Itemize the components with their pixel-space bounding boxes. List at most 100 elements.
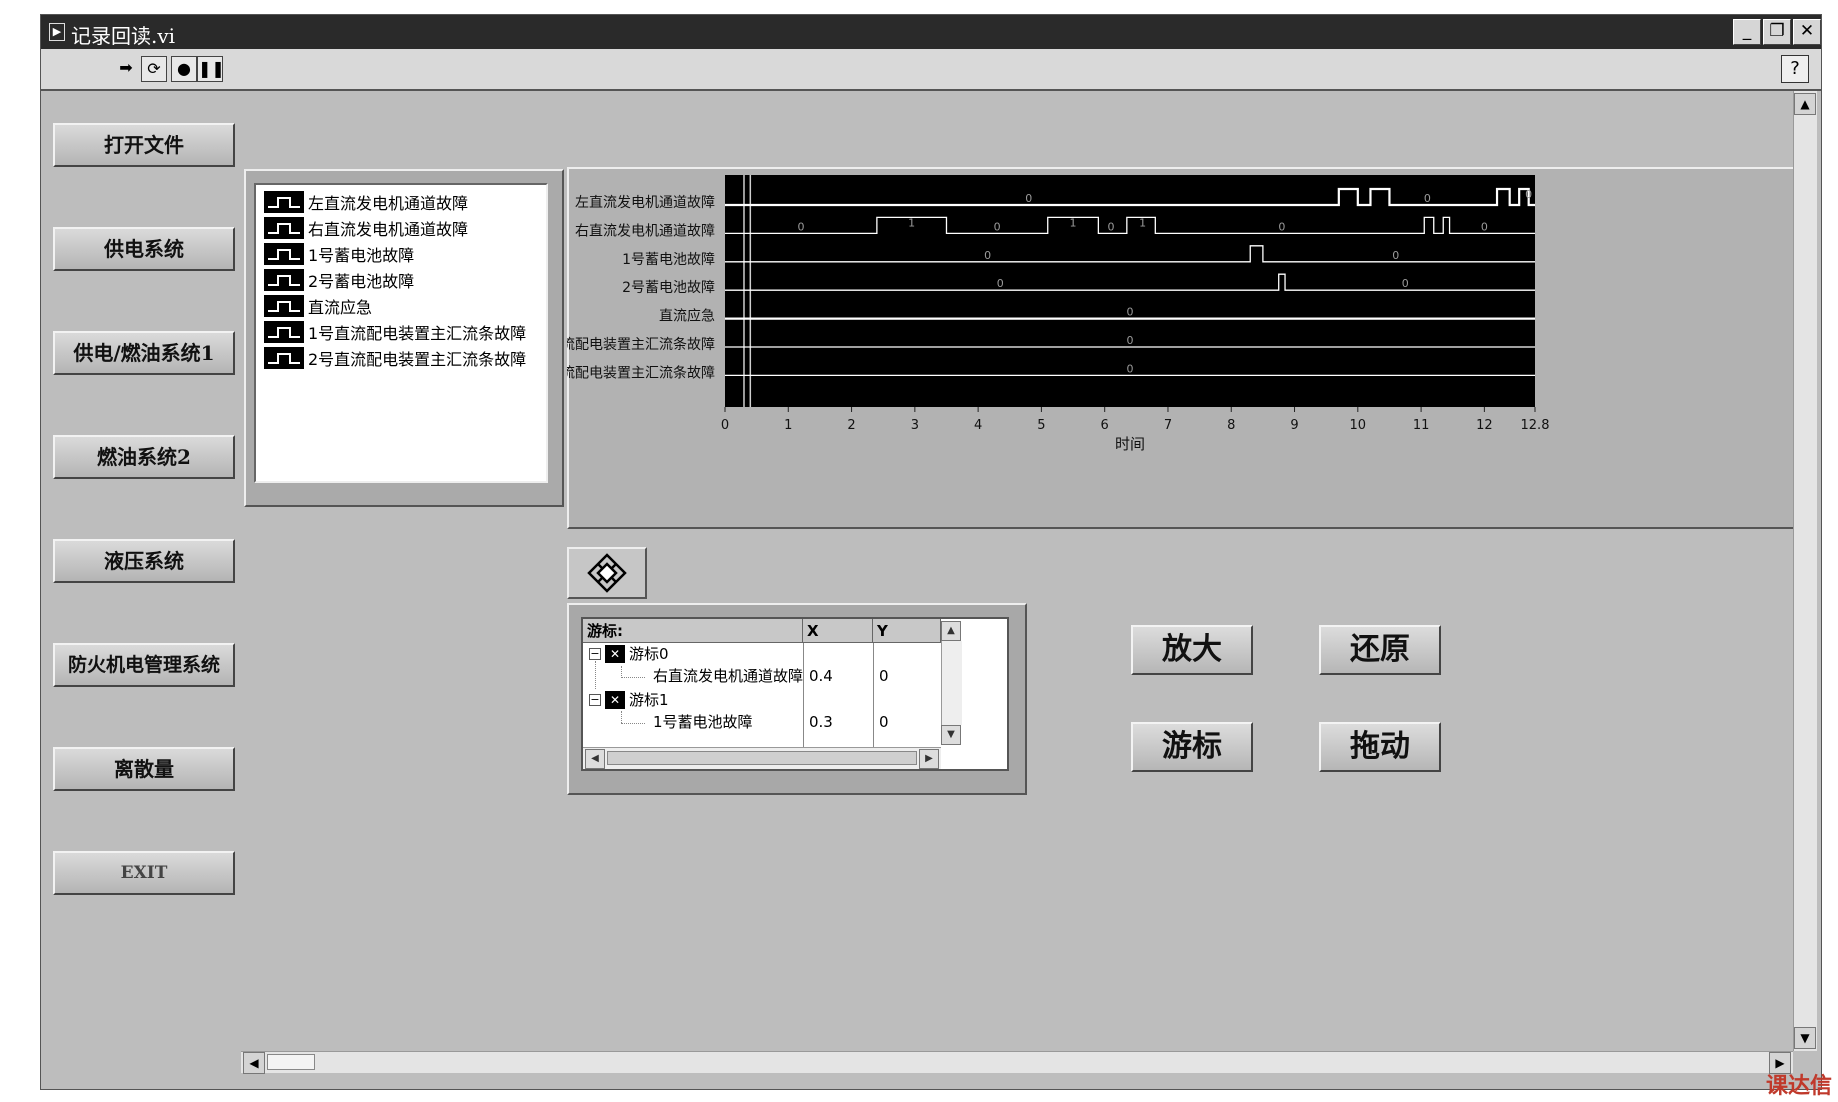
collapse-icon[interactable]: − [589,694,601,706]
discrete-button[interactable]: 离散量 [53,747,235,791]
cursor1-y[interactable]: 0 [879,711,889,733]
cursor-button[interactable]: 游标 [1131,722,1253,772]
legend-item[interactable]: 2号蓄电池故障 [264,269,414,291]
trace-value-label: 0 [1108,220,1115,233]
legend-item[interactable]: 直流应急 [264,295,372,317]
abort-icon: ● [177,59,191,78]
trace-value-label: 0 [984,249,991,262]
cursor1-x[interactable]: 0.3 [809,711,833,733]
waveform-chart[interactable]: 左直流发电机通道故障 0 0 0右直流发电机通道故障 0 1 0 1 0 1 0 01号蓄电池故障 0 0… [567,167,1801,529]
fire-electromech-system-button[interactable]: 防火机电管理系统 [53,643,235,687]
watermark: 课达信 [1765,1074,1832,1099]
collapse-icon[interactable]: − [589,648,601,660]
app-window: ▶ 记录回读.vi _ ❐ ✕ ➡ ⟳ ● ❚❚ ? 打开文件 供电系统 供电/… [40,14,1822,1090]
title-bar: ▶ 记录回读.vi _ ❐ ✕ [41,15,1821,49]
legend-item[interactable]: 左直流发电机通道故障 [264,191,468,213]
cursor0-x[interactable]: 0.4 [809,665,833,687]
plot-style-swatch-icon[interactable] [264,269,304,291]
pause-button[interactable]: ❚❚ [197,56,225,82]
cursor0-y[interactable]: 0 [879,665,889,687]
cursor0-plot: 右直流发电机通道故障 [653,667,804,685]
scroll-up-button[interactable]: ▲ [1794,93,1816,115]
run-button[interactable]: ➡ [113,56,139,82]
cursor-table-scroll-left[interactable]: ◀ [585,749,605,769]
legend-item[interactable]: 右直流发电机通道故障 [264,217,468,239]
cursor-table[interactable]: 游标: X Y ▲ ▼ − ✕ 游标0 右直流发电机通道故障 0.4 0 − ✕… [581,617,1009,771]
legend-item-label: 直流应急 [308,298,373,317]
cursor-marker-icon: ✕ [605,645,625,663]
zoom-in-button[interactable]: 放大 [1131,625,1253,675]
cursor-legend: 游标: X Y ▲ ▼ − ✕ 游标0 右直流发电机通道故障 0.4 0 − ✕… [567,603,1027,795]
close-button[interactable]: ✕ [1793,19,1821,45]
plot-style-swatch-icon[interactable] [264,191,304,213]
abort-button[interactable]: ● [171,56,197,82]
power-system-button[interactable]: 供电系统 [53,227,235,271]
cursor-table-scroll-right[interactable]: ▶ [919,749,939,769]
col-divider [873,643,874,747]
trace-value-label: 0 [1127,334,1134,347]
tree-line [621,711,623,723]
cursor0-name[interactable]: 游标0 [629,643,669,665]
legend-item[interactable]: 2号直流配电装置主汇流条故障 [264,347,526,369]
trace-value-label: 1 [1139,216,1146,229]
drag-button[interactable]: 拖动 [1319,722,1441,772]
trace-value-label: 0 [1127,306,1134,319]
x-tick-label: 1 [784,418,792,433]
cursor-col-y: Y [873,619,941,643]
plot-style-swatch-icon[interactable] [264,295,304,317]
restore-window-button[interactable]: ❐ [1763,19,1791,45]
legend-item-label: 1号直流配电装置主汇流条故障 [308,324,527,343]
trace-value-label: 0 [997,277,1004,290]
help-button[interactable]: ? [1781,55,1809,83]
legend-item[interactable]: 1号直流配电装置主汇流条故障 [264,321,526,343]
legend-item-label: 1号蓄电池故障 [308,246,415,265]
legend-item-label: 2号蓄电池故障 [308,272,415,291]
window-title: 记录回读.vi [71,24,176,48]
trace-value-label: 0 [1424,192,1431,205]
toolbar: ➡ ⟳ ● ❚❚ ? [41,49,1821,91]
legend-item-label: 左直流发电机通道故障 [308,194,469,213]
trace-value-label: 1 [1070,216,1077,229]
cursor-table-scroll-down[interactable]: ▼ [941,725,961,745]
open-file-button[interactable]: 打开文件 [53,123,235,167]
graph-palette[interactable] [567,547,647,599]
cursor1-name[interactable]: 游标1 [629,689,669,711]
scroll-down-button[interactable]: ▼ [1794,1027,1816,1049]
restore-button[interactable]: 还原 [1319,625,1441,675]
plot-style-swatch-icon[interactable] [264,243,304,265]
cursor-table-hscroll-thumb[interactable] [607,751,917,765]
hydraulic-system-button[interactable]: 液压系统 [53,539,235,583]
window-vscroll[interactable]: ▲ ▼ [1793,91,1817,1051]
plot-legend: 左直流发电机通道故障右直流发电机通道故障 1号蓄电池故障 2号蓄电池故障 直流应急 1号… [244,169,564,507]
fuel-system2-button[interactable]: 燃油系统2 [53,435,235,479]
trace-value-label: 1 [908,216,915,229]
window-hscroll[interactable]: ◀ ▶ [241,1051,1793,1074]
trace-value-label: 0 [1025,192,1032,205]
run-continuously-button[interactable]: ⟳ [141,56,167,82]
x-tick-label: 8 [1227,418,1235,433]
legend-item-label: 2号直流配电装置主汇流条故障 [308,350,527,369]
trace-value-label: 0 [994,220,1001,233]
plot-legend-list: 左直流发电机通道故障右直流发电机通道故障 1号蓄电池故障 2号蓄电池故障 直流应急 1号… [254,183,548,483]
plot-style-swatch-icon[interactable] [264,347,304,369]
tree-line [595,661,597,689]
hscroll-thumb[interactable] [267,1054,315,1070]
exit-button[interactable]: EXIT [53,851,235,895]
vi-icon: ▶ [49,23,65,41]
x-tick-label: 0 [721,418,729,433]
run-continuously-icon: ⟳ [147,59,161,78]
x-tick-label: 12.8 [1521,418,1550,433]
trace-value-label: 0 [1525,188,1532,201]
cursor-move-icon[interactable] [569,549,645,597]
power-fuel-system1-button[interactable]: 供电/燃油系统1 [53,331,235,375]
channel-label: 2号蓄电池故障 [622,280,715,296]
scroll-left-button[interactable]: ◀ [243,1052,265,1074]
cursor-table-scroll-up[interactable]: ▲ [941,621,961,641]
x-tick-label: 10 [1350,418,1367,433]
legend-item[interactable]: 1号蓄电池故障 [264,243,414,265]
close-icon: ✕ [1799,21,1815,41]
plot-style-swatch-icon[interactable] [264,321,304,343]
plot-style-swatch-icon[interactable] [264,217,304,239]
minimize-button[interactable]: _ [1733,19,1761,45]
cursor-table-vscroll[interactable] [941,641,962,725]
